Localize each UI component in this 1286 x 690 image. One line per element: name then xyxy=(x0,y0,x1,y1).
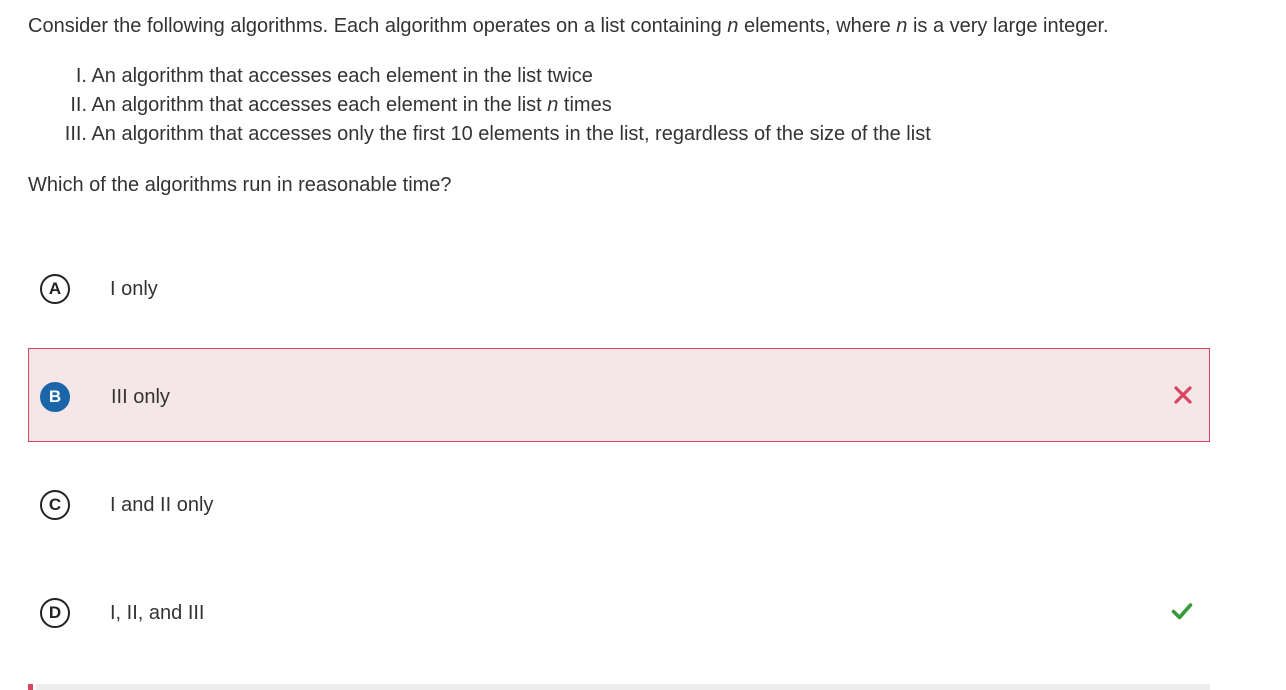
x-mark-icon xyxy=(1174,386,1192,404)
question-text-part1: Consider the following algorithms. Each … xyxy=(28,15,728,37)
choice-letter-badge: C xyxy=(40,490,70,520)
answer-choice-a[interactable]: A I only xyxy=(28,241,1210,335)
statement-text-before: An algorithm that accesses each element … xyxy=(91,94,548,116)
choice-letter-badge-selected: B xyxy=(40,382,70,412)
question-prompt: Which of the algorithms run in reasonabl… xyxy=(28,174,452,196)
answer-choice-d[interactable]: D I, II, and III xyxy=(28,565,1210,659)
choice-text: I only xyxy=(110,278,158,300)
statement-numeral: I. xyxy=(75,65,87,87)
bottom-divider xyxy=(36,684,1210,690)
choice-text: I, II, and III xyxy=(110,602,205,624)
choice-letter-badge: A xyxy=(40,274,70,304)
question-variable-n: n xyxy=(727,15,739,37)
progress-marker xyxy=(28,684,33,690)
question-text-part2: elements, where xyxy=(738,15,897,37)
statement-text: An algorithm that accesses each element … xyxy=(91,65,593,87)
question-variable-n: n xyxy=(896,15,908,37)
answer-choice-c[interactable]: C I and II only xyxy=(28,457,1210,551)
choice-letter-badge: D xyxy=(40,598,70,628)
choice-text: III only xyxy=(111,386,170,408)
statement-1: I. An algorithm that accesses each eleme… xyxy=(60,62,931,91)
statement-2: II. An algorithm that accesses each elem… xyxy=(60,91,931,120)
statement-3: III. An algorithm that accesses only the… xyxy=(60,120,931,149)
question-stem: Consider the following algorithms. Each … xyxy=(28,12,1109,40)
choice-text: I and II only xyxy=(110,494,214,516)
statement-numeral: III. xyxy=(64,123,87,145)
question-text-part3: is a very large integer. xyxy=(907,15,1109,37)
answer-choice-b[interactable]: B III only xyxy=(28,348,1210,442)
statement-text-after: times xyxy=(558,94,612,116)
statement-text: An algorithm that accesses only the firs… xyxy=(91,123,931,145)
statement-variable-n: n xyxy=(547,94,559,116)
checkmark-icon xyxy=(1171,603,1193,620)
statement-numeral: II. xyxy=(70,94,87,116)
statement-list: I. An algorithm that accesses each eleme… xyxy=(60,62,931,149)
